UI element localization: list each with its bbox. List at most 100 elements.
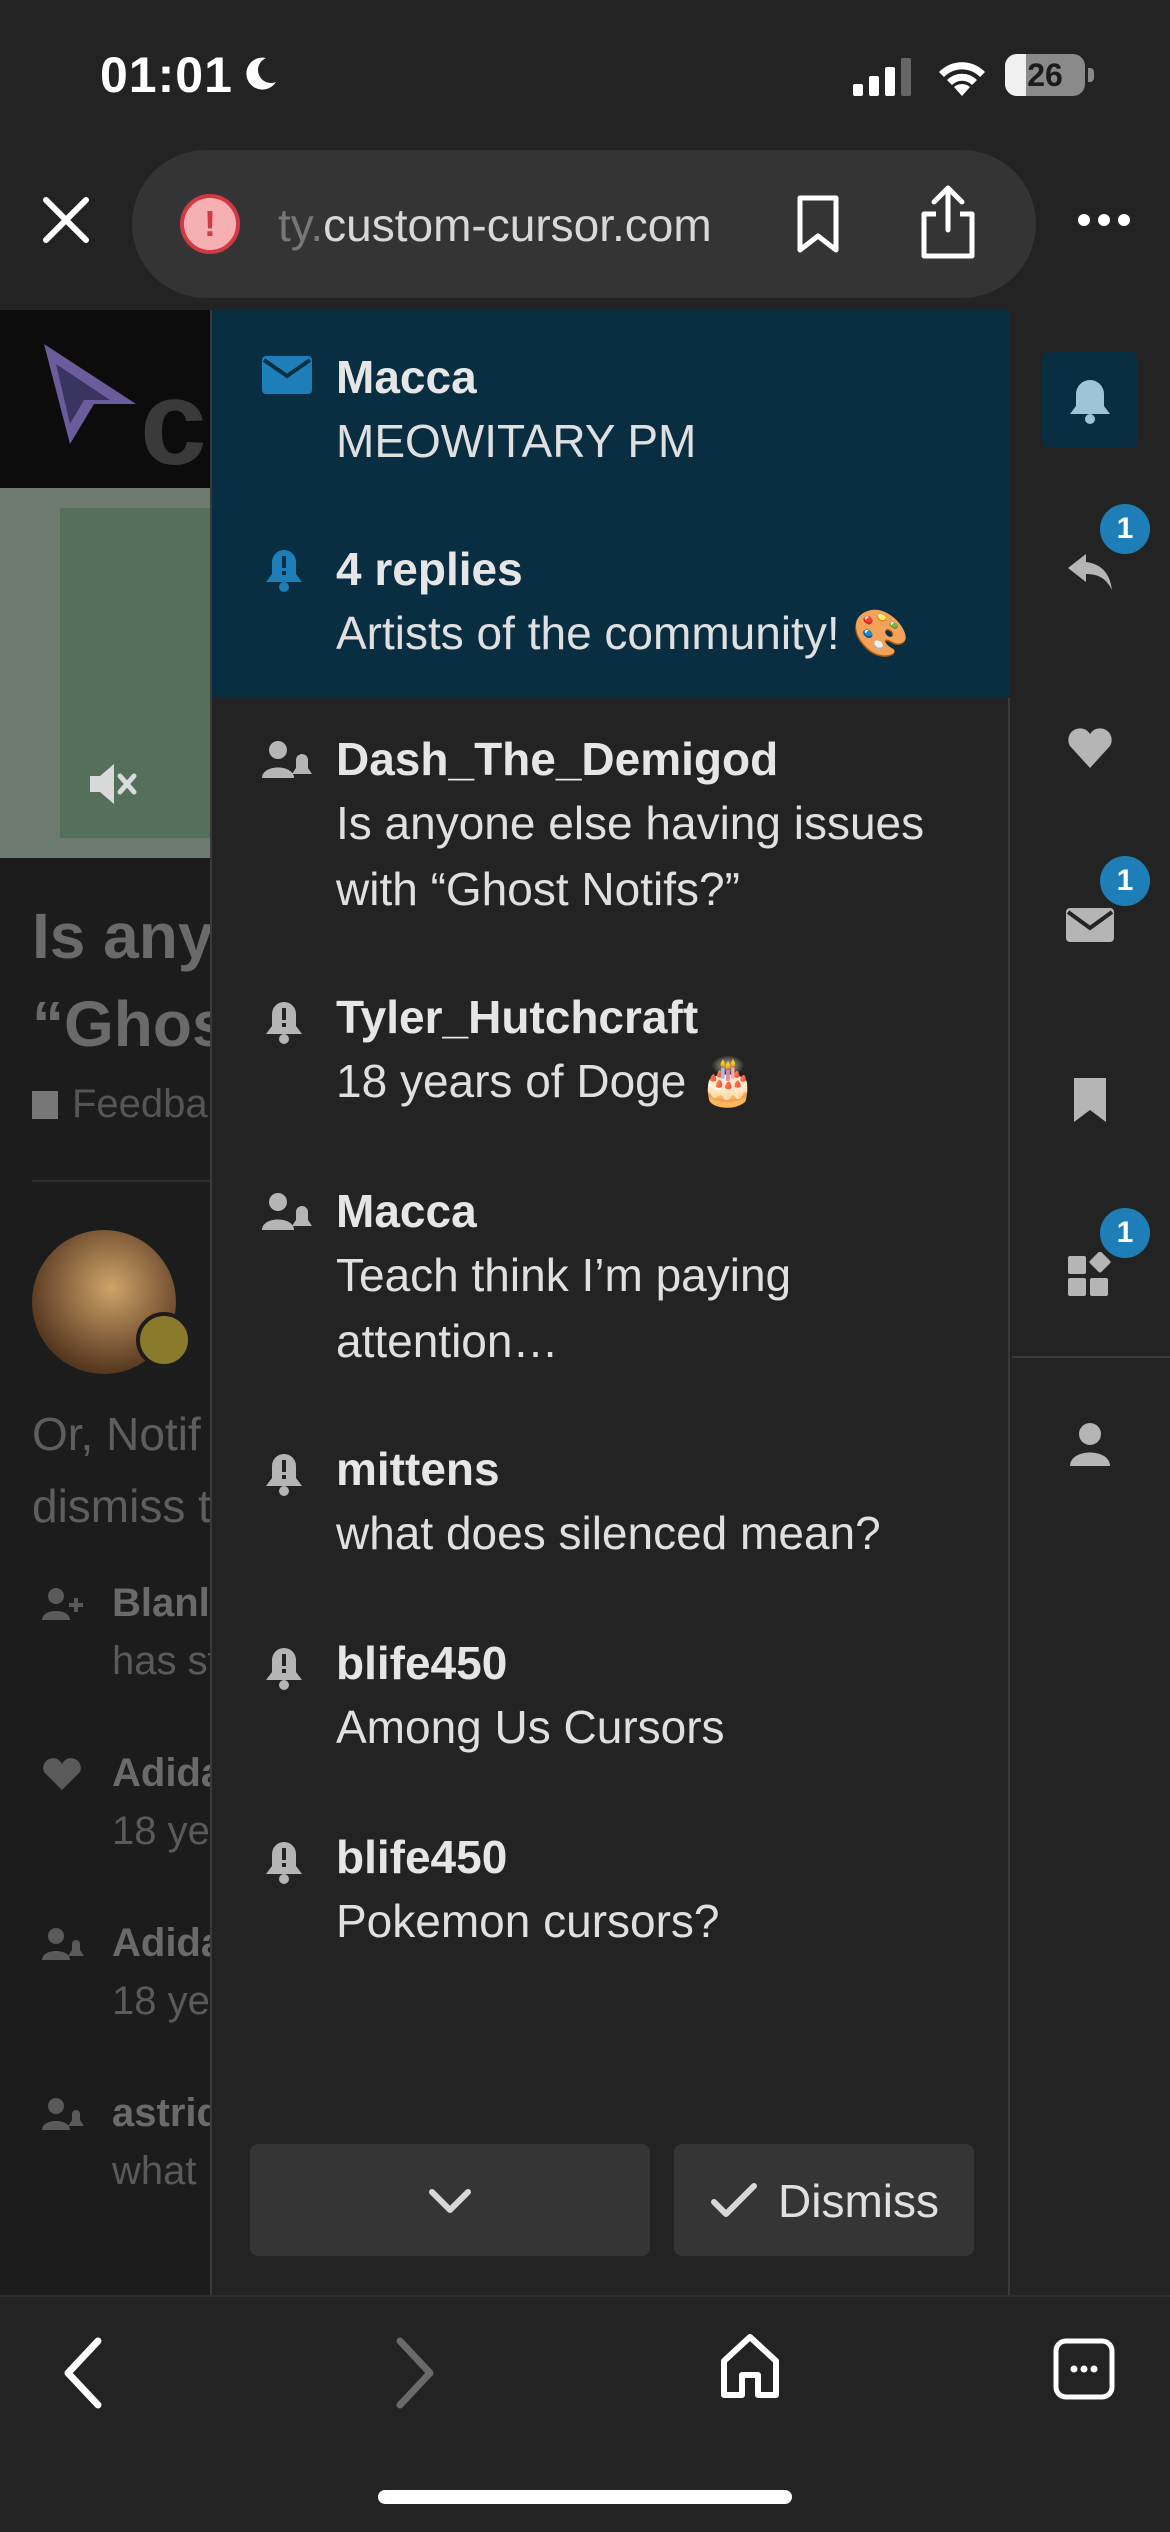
title-line-2: “Ghos — [32, 988, 210, 1060]
bell-icon — [266, 1454, 302, 1496]
notification-user: Macca — [336, 1185, 477, 1237]
background-topic-title: Is any “Ghos — [32, 892, 210, 1068]
tab-likes[interactable] — [1042, 700, 1138, 796]
heart-icon — [1068, 728, 1112, 768]
forward-arrow-icon[interactable] — [390, 2335, 440, 2411]
check-icon — [711, 2183, 757, 2217]
envelope-icon — [262, 356, 312, 394]
status-time: 01:01 — [100, 47, 233, 103]
notification-message: MEOWITARY PM — [336, 415, 697, 467]
bg-notif-user: Blanl — [112, 1581, 210, 1625]
category-label: Feedba — [72, 1082, 208, 1126]
background-category: Feedba — [32, 1082, 208, 1127]
notification-item[interactable]: 4 replies Artists of the community! 🎨 — [212, 504, 1010, 698]
dismiss-label: Dismiss — [778, 2175, 939, 2227]
more-icon[interactable] — [1076, 212, 1132, 228]
battery-level: 26 — [1027, 57, 1063, 93]
notification-item[interactable]: blife450 Among Us Cursors — [212, 1602, 1010, 1796]
background-page: c Is any “Ghos Feedba Or, Notif dismiss … — [0, 310, 210, 2295]
warning-icon[interactable]: ! — [180, 194, 240, 254]
close-icon[interactable] — [36, 190, 96, 250]
url-text[interactable]: ty.custom-cursor.com — [278, 198, 712, 252]
notification-user: Tyler_Hutchcraft — [336, 991, 699, 1043]
bell-icon — [266, 1648, 302, 1690]
chevron-down-icon — [429, 2189, 471, 2213]
site-logo-icon — [44, 344, 136, 444]
bell-icon — [266, 1842, 302, 1884]
bell-icon — [266, 550, 302, 592]
notification-message: what does silenced mean? — [336, 1507, 881, 1559]
replies-badge: 1 — [1100, 504, 1150, 554]
bg-notif-user: Adida — [112, 1921, 210, 1965]
tab-bookmarks[interactable] — [1042, 1052, 1138, 1148]
user-bell-icon — [42, 1928, 84, 1960]
bg-notif-text: has st — [112, 1639, 210, 1683]
bg-notif-user: Adida — [112, 1751, 210, 1795]
widgets-badge: 1 — [1100, 1208, 1150, 1258]
notification-user: 4 replies — [336, 543, 523, 595]
browser-bar: ! ty.custom-cursor.com — [0, 150, 1170, 310]
notification-user: blife450 — [336, 1831, 508, 1883]
bell-icon — [1070, 380, 1110, 424]
notification-message: Is anyone else having issues with “Ghost… — [336, 797, 925, 915]
notification-item[interactable]: Macca Teach think I’m paying attention… — [212, 1150, 1010, 1408]
panel-footer: Dismiss — [250, 2144, 974, 2256]
home-icon[interactable] — [718, 2331, 782, 2401]
bell-icon — [266, 1002, 302, 1044]
notification-message: Pokemon cursors? — [336, 1895, 720, 1947]
reply-icon — [1068, 554, 1112, 590]
notification-user: mittens — [336, 1443, 500, 1495]
url-faded: ty. — [278, 199, 324, 251]
messages-badge: 1 — [1100, 856, 1150, 906]
notification-item[interactable]: blife450 Pokemon cursors? — [212, 1796, 1010, 1990]
divider — [32, 1180, 210, 1182]
user-bell-icon — [262, 1193, 312, 1230]
moon-icon — [246, 57, 276, 90]
bg-notif-text: 18 ye — [112, 1809, 210, 1853]
notification-user: Macca — [336, 351, 477, 403]
bg-notif-user: astrid — [112, 2091, 210, 2135]
avatar-badge — [136, 1312, 192, 1368]
notification-item[interactable]: mittens what does silenced mean? — [212, 1408, 1010, 1602]
category-icon — [32, 1091, 58, 1119]
notification-item[interactable]: Tyler_Hutchcraft 18 years of Doge 🎂 — [212, 956, 1010, 1150]
notification-user: Dash_The_Demigod — [336, 733, 779, 785]
url-main: custom-cursor.com — [323, 199, 712, 251]
tab-profile[interactable] — [1042, 1396, 1138, 1492]
cellular-signal-icon — [853, 58, 911, 96]
heart-icon — [43, 1758, 81, 1790]
bookmark-icon — [1074, 1078, 1106, 1122]
bg-notif-text: 18 ye — [112, 1979, 210, 2023]
dismiss-button[interactable]: Dismiss — [674, 2144, 974, 2256]
bg-notif-text: what — [112, 2149, 197, 2193]
user-bell-icon — [42, 2098, 84, 2130]
site-header: c — [0, 310, 210, 490]
back-arrow-icon[interactable] — [58, 2335, 108, 2411]
notification-item[interactable]: Macca MEOWITARY PM — [212, 310, 1010, 504]
battery-indicator: 26 — [1005, 54, 1085, 96]
tab-notifications[interactable] — [1042, 352, 1138, 448]
divider — [1012, 1356, 1170, 1358]
notification-message: Artists of the community! 🎨 — [336, 607, 910, 659]
mute-icon — [90, 764, 137, 804]
home-indicator — [378, 2490, 792, 2504]
notification-message: Teach think I’m paying attention… — [336, 1249, 792, 1367]
notification-user: blife450 — [336, 1637, 508, 1689]
bookmark-icon[interactable] — [794, 194, 842, 254]
user-icon — [1070, 1423, 1110, 1466]
status-bar: 01:01 26 — [0, 0, 1170, 150]
more-notifications-button[interactable] — [250, 2144, 650, 2256]
tabs-icon[interactable] — [1052, 2337, 1116, 2401]
post-line-1: Or, Notif — [32, 1408, 201, 1460]
notification-item[interactable]: Dash_The_Demigod Is anyone else having i… — [212, 698, 1010, 956]
widgets-icon — [1068, 1252, 1111, 1296]
background-post-text: Or, Notif dismiss t — [32, 1398, 210, 1542]
site-logo-letter: c — [140, 356, 207, 490]
notification-panel: Macca MEOWITARY PM 4 replies Artists of … — [210, 310, 1010, 2295]
post-line-2: dismiss t — [32, 1480, 210, 1532]
url-bar[interactable]: ! ty.custom-cursor.com — [132, 150, 1036, 298]
share-icon[interactable] — [918, 184, 978, 260]
envelope-icon — [1066, 908, 1114, 942]
user-plus-icon — [42, 1588, 83, 1620]
user-bell-icon — [262, 741, 312, 778]
